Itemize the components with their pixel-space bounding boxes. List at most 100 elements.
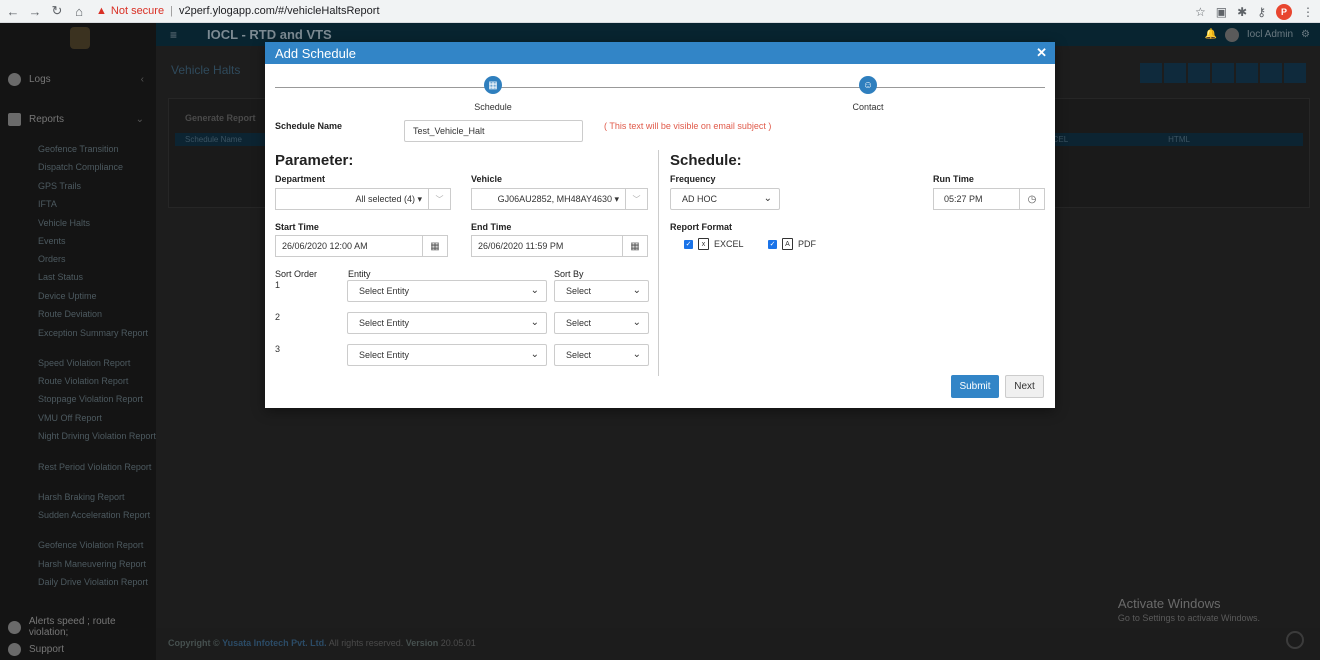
schedule-name-field[interactable]: Test_Vehicle_Halt xyxy=(404,120,583,142)
clock-icon[interactable]: ◷ xyxy=(1019,188,1045,210)
forward-icon[interactable]: → xyxy=(26,4,44,19)
sort-by-select[interactable]: Select ⌄ xyxy=(554,312,649,334)
url-separator: | xyxy=(170,5,173,17)
link-button[interactable] xyxy=(1236,63,1258,83)
calendar-icon[interactable]: ▦ xyxy=(622,235,648,257)
sidebar-subitem[interactable]: Harsh Maneuvering Report xyxy=(38,559,156,570)
entity-select[interactable]: Select Entity ⌄ xyxy=(347,344,547,366)
sidebar-subitem[interactable]: Stoppage Violation Report xyxy=(38,394,156,405)
chevron-down-icon: ⌄ xyxy=(135,114,144,125)
vehicle-label: Vehicle xyxy=(471,174,503,184)
run-time-label: Run Time xyxy=(933,174,974,184)
step-contact[interactable]: ☺ Contact xyxy=(828,76,908,112)
rights-text: All rights reserved. xyxy=(328,638,404,648)
sidebar-subitem[interactable]: Geofence Violation Report xyxy=(38,540,156,551)
profile-avatar[interactable]: P xyxy=(1276,3,1292,20)
entity-label: Entity xyxy=(348,269,371,279)
puzzle-icon[interactable]: ✱ xyxy=(1237,5,1247,19)
sort-by-select[interactable]: Select ⌄ xyxy=(554,280,649,302)
sort-by-select[interactable]: Select ⌄ xyxy=(554,344,649,366)
warning-icon: ▲ xyxy=(96,5,107,17)
sidebar-item-support[interactable]: Support xyxy=(0,643,156,656)
checkbox-checked-icon[interactable]: ✓ xyxy=(684,239,693,249)
sidebar-item-reports[interactable]: Reports ⌄ xyxy=(0,113,156,126)
company-link[interactable]: Yusata Infotech Pvt. Ltd. xyxy=(222,638,327,648)
settings-icon[interactable]: ⚙ xyxy=(1301,29,1310,40)
menu-icon[interactable]: ≡ xyxy=(170,28,177,42)
sidebar-subitem[interactable]: Events xyxy=(38,236,156,247)
key-icon[interactable]: ⚷ xyxy=(1257,5,1266,19)
sidebar-subitem[interactable]: Geofence Transition xyxy=(38,144,156,155)
dropdown-button[interactable] xyxy=(1284,63,1306,83)
format-pdf-checkbox[interactable]: ✓ A PDF xyxy=(768,238,816,250)
sidebar-subitem[interactable]: Dispatch Compliance xyxy=(38,162,156,173)
tab-generate-report[interactable]: Generate Report xyxy=(185,113,256,123)
user-name[interactable]: Iocl Admin xyxy=(1247,29,1293,40)
refresh-button[interactable] xyxy=(1212,63,1234,83)
sidebar-subitem[interactable]: Exception Summary Report xyxy=(38,328,156,339)
add-button[interactable] xyxy=(1140,63,1162,83)
checkbox-checked-icon[interactable]: ✓ xyxy=(768,239,777,249)
sidebar-subitem[interactable]: GPS Trails xyxy=(38,181,156,192)
vehicle-value: GJ06AU2852, MH48AY4630 ▾ xyxy=(471,188,626,210)
edit-button[interactable] xyxy=(1188,63,1210,83)
home-icon[interactable]: ⌂ xyxy=(70,4,88,19)
run-time-value[interactable]: 05:27 PM xyxy=(933,188,1019,210)
next-button[interactable]: Next xyxy=(1005,375,1044,398)
close-icon[interactable]: ✕ xyxy=(1036,45,1047,61)
back-icon[interactable]: ← xyxy=(4,4,22,19)
start-time-value[interactable]: 26/06/2020 12:00 AM xyxy=(275,235,422,257)
reload-icon[interactable]: ↻ xyxy=(48,3,66,19)
entity-select[interactable]: Select Entity ⌄ xyxy=(347,312,547,334)
sidebar-subitem[interactable]: Last Status xyxy=(38,272,156,283)
sidebar-subitem[interactable]: IFTA xyxy=(38,199,156,210)
sort-by-select-value: Select xyxy=(566,286,592,296)
department-multiselect[interactable]: All selected (4) ▾ ﹀ xyxy=(275,188,451,210)
calendar-icon: ▦ xyxy=(484,76,502,94)
sidebar-item-logs[interactable]: Logs ‹ xyxy=(0,73,156,86)
sidebar-item-alerts[interactable]: Alerts speed ; route violation; xyxy=(0,616,156,638)
more-icon[interactable]: ⋮ xyxy=(1302,5,1314,19)
sidebar-subitem[interactable]: Night Driving Violation Report xyxy=(38,431,156,442)
view-button[interactable] xyxy=(1164,63,1186,83)
sidebar-subitem[interactable]: Harsh Braking Report xyxy=(38,492,156,503)
sidebar-subitem[interactable]: Route Deviation xyxy=(38,309,156,320)
calendar-icon[interactable]: ▦ xyxy=(422,235,448,257)
chevron-down-icon: ⌄ xyxy=(632,285,641,296)
submit-button[interactable]: Submit xyxy=(951,375,999,398)
sidebar-subitem[interactable]: Route Violation Report xyxy=(38,376,156,387)
filter-button[interactable] xyxy=(1260,63,1282,83)
modal-header: Add Schedule ✕ xyxy=(265,42,1055,64)
sidebar-subitem[interactable]: Daily Drive Violation Report xyxy=(38,577,156,588)
sidebar-subitem[interactable]: VMU Off Report xyxy=(38,413,156,424)
column-header[interactable]: Schedule Name xyxy=(185,135,242,144)
sidebar-subitem[interactable]: Speed Violation Report xyxy=(38,358,156,369)
brand-logo-icon xyxy=(1286,631,1304,649)
sidebar-subitem[interactable]: Orders xyxy=(38,254,156,265)
run-time-picker[interactable]: 05:27 PM ◷ xyxy=(933,188,1045,210)
sidebar-subitem[interactable]: Vehicle Halts xyxy=(38,218,156,229)
sidebar-subitem[interactable]: Device Uptime xyxy=(38,291,156,302)
vehicle-multiselect[interactable]: GJ06AU2852, MH48AY4630 ▾ ﹀ xyxy=(471,188,648,210)
format-excel-checkbox[interactable]: ✓ x EXCEL xyxy=(684,238,744,250)
chevron-down-icon: ⌄ xyxy=(632,317,641,328)
start-time-picker[interactable]: 26/06/2020 12:00 AM ▦ xyxy=(275,235,448,257)
star-icon[interactable]: ☆ xyxy=(1195,5,1206,19)
page-title: Vehicle Halts xyxy=(171,63,241,77)
watermark-title: Activate Windows xyxy=(1117,596,1221,611)
end-time-picker[interactable]: 26/06/2020 11:59 PM ▦ xyxy=(471,235,648,257)
sidebar-subitem[interactable]: Rest Period Violation Report xyxy=(38,462,156,473)
avatar[interactable] xyxy=(1224,27,1239,42)
notification-icon[interactable]: 🔔 xyxy=(1204,29,1216,40)
end-time-value[interactable]: 26/06/2020 11:59 PM xyxy=(471,235,622,257)
entity-select[interactable]: Select Entity ⌄ xyxy=(347,280,547,302)
sidebar-item-label: Reports xyxy=(29,114,65,125)
address-bar[interactable]: ▲ Not secure | v2perf.ylogapp.com/#/vehi… xyxy=(96,5,380,17)
sidebar-subitem[interactable]: Sudden Acceleration Report xyxy=(38,510,156,521)
step-label: Schedule xyxy=(474,102,512,112)
chevron-down-icon: ⌄ xyxy=(530,285,539,296)
column-header[interactable]: HTML xyxy=(1168,135,1190,144)
frequency-select[interactable]: AD HOC ⌄ xyxy=(670,188,780,210)
extension-icon[interactable]: ▣ xyxy=(1216,5,1227,19)
step-schedule[interactable]: ▦ Schedule xyxy=(453,76,533,112)
